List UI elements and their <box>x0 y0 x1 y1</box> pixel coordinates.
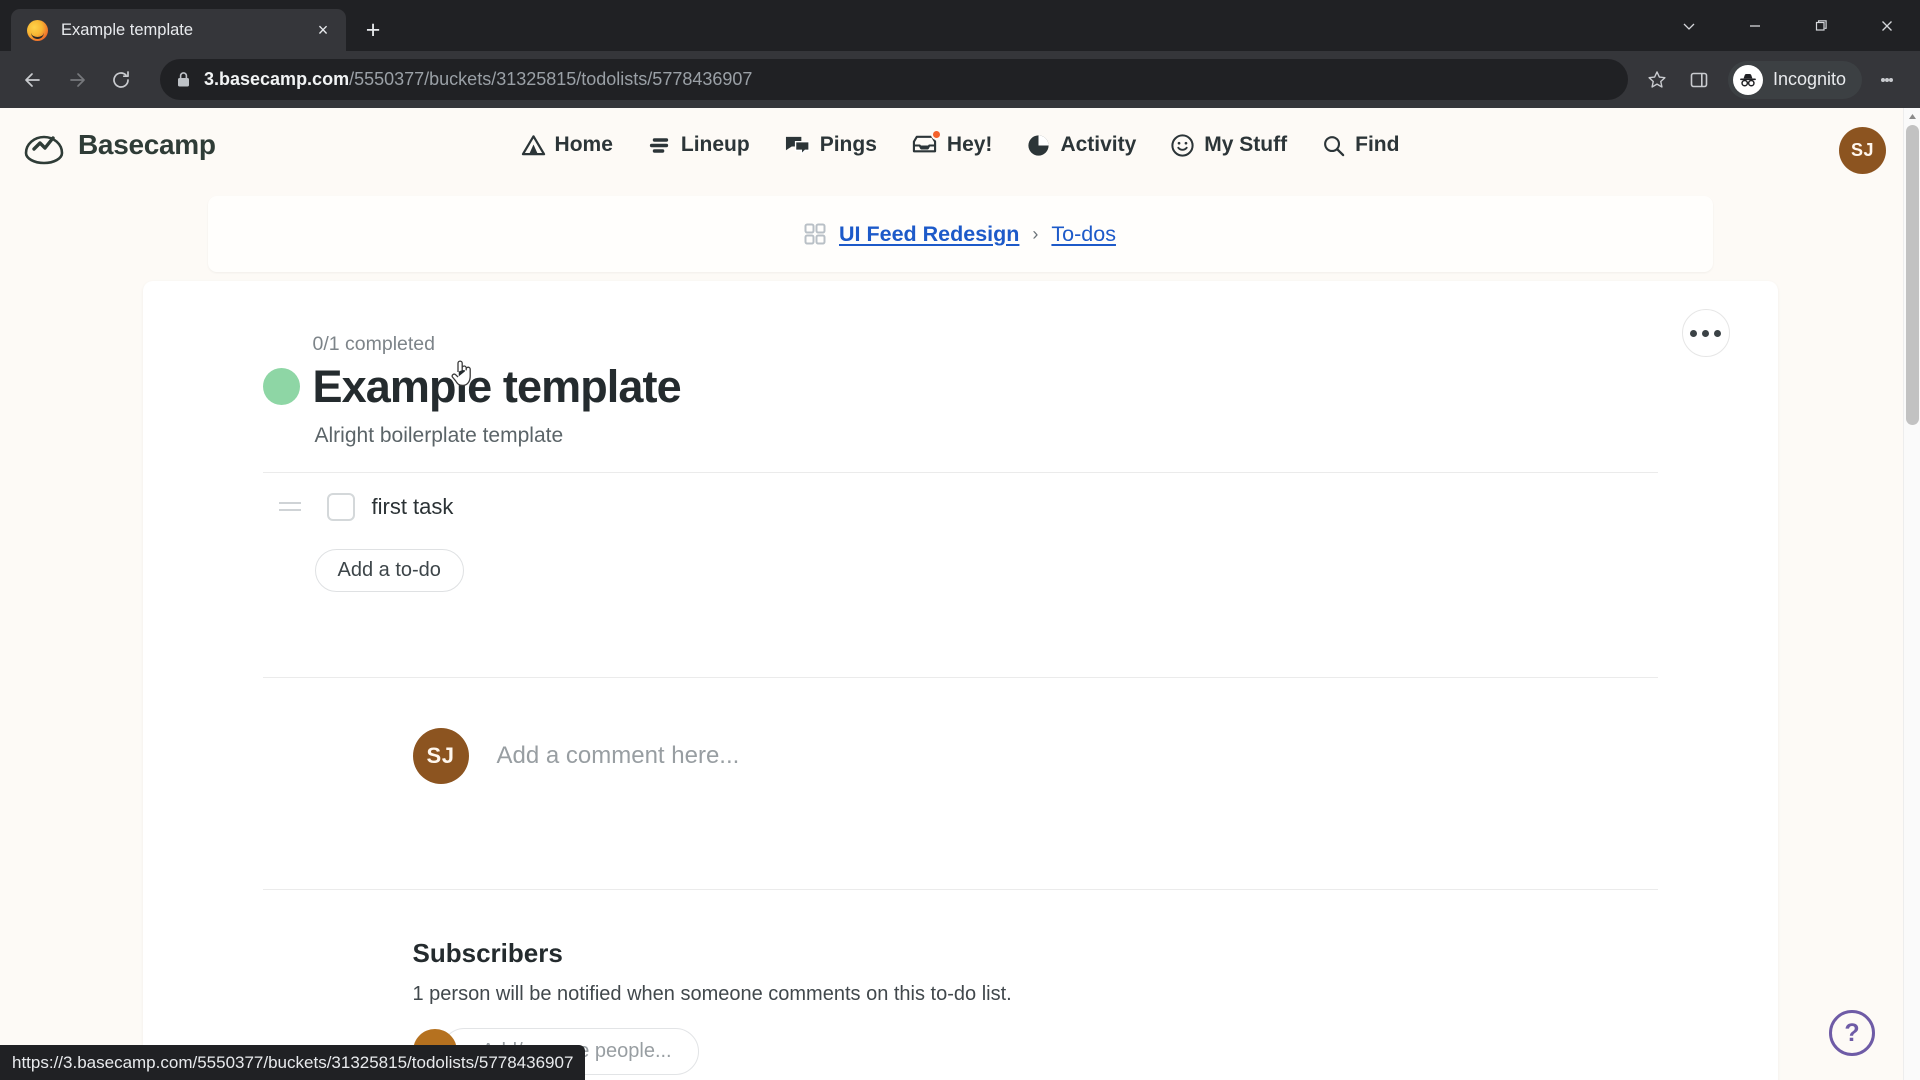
nav-item-pings[interactable]: Pings <box>784 133 877 158</box>
nav-label: Home <box>554 133 613 156</box>
basecamp-logo[interactable]: Basecamp <box>22 125 216 165</box>
add-todo-button[interactable]: Add a to-do <box>314 548 464 592</box>
incognito-profile-button[interactable]: Incognito <box>1727 60 1862 99</box>
bookmark-star-icon[interactable] <box>1638 61 1676 99</box>
todolist-description: Alright boilerplate template <box>314 423 564 447</box>
ellipsis-icon[interactable] <box>1681 309 1730 357</box>
basecamp-favicon-icon <box>27 19 48 41</box>
chevron-down-icon[interactable] <box>1656 0 1722 51</box>
nav-label: Lineup <box>680 133 750 156</box>
browser-menu-icon[interactable] <box>1868 57 1906 102</box>
url-domain: 3.basecamp.com <box>204 69 350 89</box>
basecamp-navbar: Basecamp Home Lineup Pings Hey! Activity… <box>0 108 1920 182</box>
help-button[interactable]: ? <box>1829 1010 1875 1056</box>
page-title[interactable]: Example template <box>313 362 682 412</box>
nav-label: Activity <box>1060 133 1137 156</box>
avatar[interactable]: SJ <box>1839 127 1886 174</box>
address-bar[interactable]: 3.basecamp.com/5550377/buckets/31325815/… <box>160 59 1628 100</box>
breadcrumb-section-link[interactable]: To-dos <box>1051 222 1116 247</box>
list-color-dot-icon <box>262 368 300 406</box>
todo-checkbox[interactable] <box>326 492 355 521</box>
breadcrumb-separator: › <box>1032 223 1039 244</box>
lineup-bars-icon <box>647 133 672 158</box>
chat-bubbles-icon <box>784 133 811 158</box>
todolist-body: 0/1 completed Example template Alright b… <box>143 333 1778 1075</box>
inbox-tray-icon <box>911 128 942 158</box>
window-controls <box>1656 0 1920 51</box>
forward-icon[interactable] <box>58 61 96 99</box>
url-path: /5550377/buckets/31325815/todolists/5778… <box>349 69 753 89</box>
scroll-up-icon[interactable] <box>1904 108 1920 125</box>
todo-label[interactable]: first task <box>372 494 454 520</box>
address-bar-url: 3.basecamp.com/5550377/buckets/31325815/… <box>204 69 752 90</box>
maximize-icon[interactable] <box>1788 0 1854 51</box>
close-tab-icon[interactable]: × <box>310 17 336 43</box>
status-bar-url: https://3.basecamp.com/5550377/buckets/3… <box>0 1045 586 1080</box>
subscribers-description: 1 person will be notified when someone c… <box>412 982 1012 1005</box>
brand-name: Basecamp <box>78 129 216 160</box>
notification-badge <box>930 128 942 140</box>
incognito-label: Incognito <box>1772 69 1846 89</box>
search-icon <box>1321 133 1346 158</box>
nav-item-find[interactable]: Find <box>1321 133 1399 158</box>
nav-item-lineup[interactable]: Lineup <box>647 133 750 158</box>
nav-item-activity[interactable]: Activity <box>1026 133 1136 158</box>
comment-input-placeholder[interactable]: Add a comment here... <box>497 742 740 770</box>
main-nav: Home Lineup Pings Hey! Activity My Stuff… <box>0 108 1920 182</box>
todo-item[interactable]: first task <box>263 473 1658 521</box>
drag-handle-icon[interactable] <box>278 502 305 511</box>
page-scrollbar[interactable] <box>1903 108 1920 1080</box>
minimize-icon[interactable] <box>1722 0 1788 51</box>
browser-toolbar: 3.basecamp.com/5550377/buckets/31325815/… <box>0 51 1920 108</box>
nav-label: Find <box>1355 133 1400 156</box>
nav-label: My Stuff <box>1204 133 1288 156</box>
todolist-card: 0/1 completed Example template Alright b… <box>142 281 1778 1080</box>
home-tent-icon <box>521 133 546 158</box>
page-content: Basecamp Home Lineup Pings Hey! Activity… <box>0 108 1920 1080</box>
pie-clock-icon <box>1026 133 1051 158</box>
browser-titlebar: Example template × + <box>0 0 1920 51</box>
subscribers-heading: Subscribers <box>412 937 563 968</box>
smiley-face-icon <box>1170 133 1195 158</box>
incognito-icon <box>1732 64 1763 95</box>
basecamp-mark-icon <box>24 135 64 165</box>
side-panel-icon[interactable] <box>1680 61 1718 99</box>
breadcrumb-project-link[interactable]: UI Feed Redesign <box>839 222 1019 247</box>
grid-squares-icon <box>804 223 826 245</box>
back-icon[interactable] <box>14 61 52 99</box>
new-tab-button[interactable]: + <box>356 13 390 47</box>
nav-label: Pings <box>819 133 877 156</box>
scrollbar-thumb[interactable] <box>1906 125 1919 425</box>
browser-tab[interactable]: Example template × <box>11 9 346 51</box>
completed-count: 0/1 completed <box>312 333 436 355</box>
subscribers-row: Add/remove people... <box>412 1027 1658 1075</box>
browser-window: Example template × + 3.basecamp.com/5550… <box>0 0 1920 1080</box>
close-window-icon[interactable] <box>1854 0 1920 51</box>
avatar: SJ <box>412 727 469 784</box>
breadcrumb: UI Feed Redesign › To-dos <box>207 196 1713 272</box>
nav-label: Hey! <box>946 133 993 156</box>
nav-item-home[interactable]: Home <box>521 133 613 158</box>
comment-composer[interactable]: SJ Add a comment here... <box>263 678 1658 784</box>
nav-item-my-stuff[interactable]: My Stuff <box>1170 133 1287 158</box>
tab-title: Example template <box>61 20 194 39</box>
nav-item-hey[interactable]: Hey! <box>911 128 993 158</box>
reload-icon[interactable] <box>102 61 140 99</box>
mouse-cursor <box>449 358 475 395</box>
lock-icon <box>176 71 191 88</box>
